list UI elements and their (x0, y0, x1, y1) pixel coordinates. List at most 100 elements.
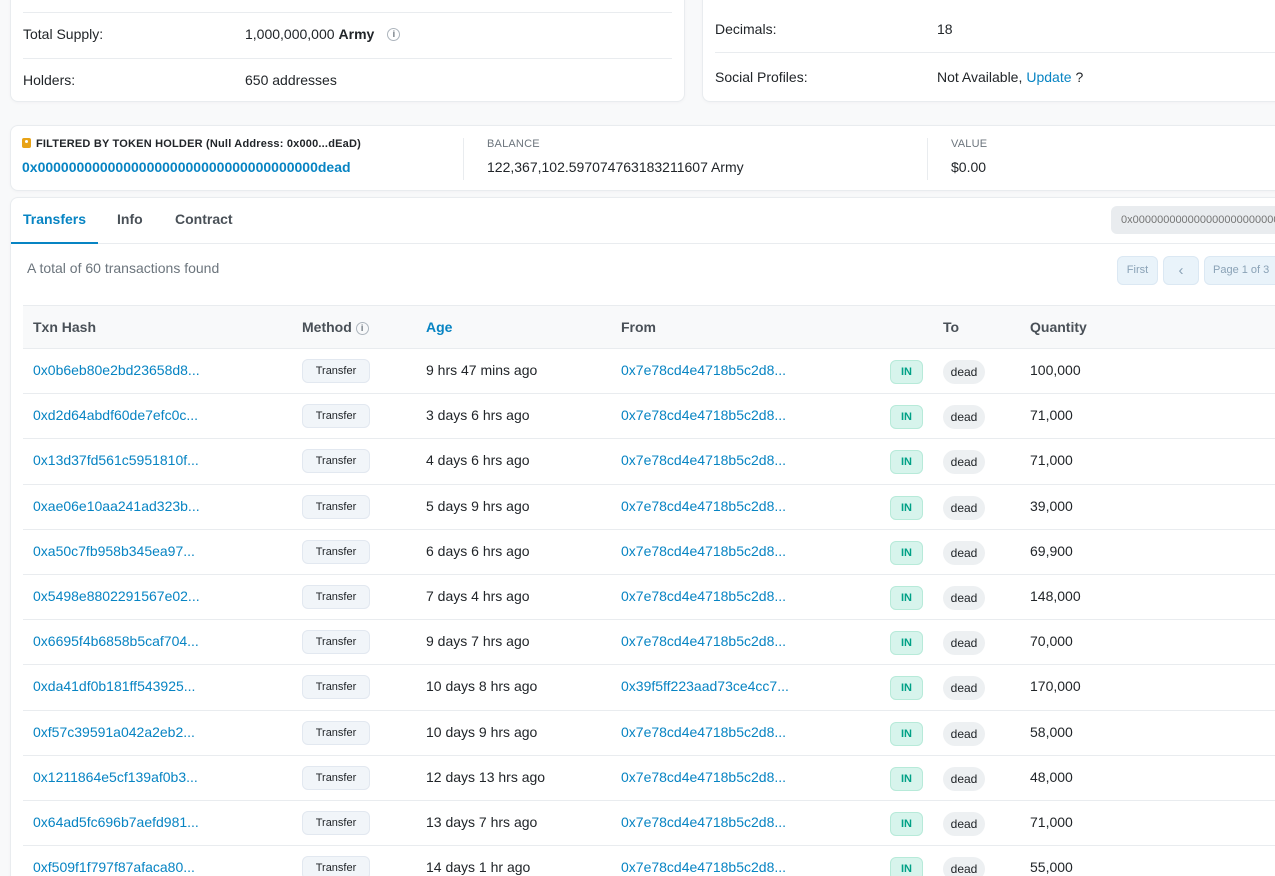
method-badge: Transfer (302, 675, 370, 700)
direction-badge: IN (890, 857, 923, 876)
tab-contract[interactable]: Contract (175, 198, 233, 244)
method-badge: Transfer (302, 359, 370, 383)
txn-hash-link[interactable]: 0x6695f4b6858b5caf704... (33, 633, 199, 649)
from-address-link[interactable]: 0x7e78cd4e4718b5c2d8... (621, 724, 786, 740)
filter-heading-text: FILTERED BY TOKEN HOLDER (Null Address: … (36, 138, 361, 150)
social-profiles-row: Social Profiles: Not Available, Update ? (715, 69, 1275, 85)
txn-hash-link[interactable]: 0x64ad5fc696b7aefd981... (33, 814, 199, 830)
to-address-badge[interactable]: dead (943, 540, 985, 565)
from-address-link[interactable]: 0x7e78cd4e4718b5c2d8... (621, 407, 786, 423)
to-address-badge[interactable]: dead (943, 450, 985, 475)
from-address-link[interactable]: 0x7e78cd4e4718b5c2d8... (621, 498, 786, 514)
quantity-value: 100,000 (1030, 362, 1081, 378)
table-row: 0xf57c39591a042a2eb2... Transfer 10 days 9… (23, 710, 1275, 756)
from-address-link[interactable]: 0x7e78cd4e4718b5c2d8... (621, 769, 786, 785)
tab-info[interactable]: Info (117, 198, 143, 244)
value-column: VALUE $0.00 (951, 138, 987, 175)
to-address-badge[interactable]: dead (943, 631, 985, 656)
from-address-link[interactable]: 0x7e78cd4e4718b5c2d8... (621, 588, 786, 604)
direction-badge: IN (890, 585, 923, 610)
quantity-value: 48,000 (1030, 768, 1073, 785)
holder-filter-card: FILTERED BY TOKEN HOLDER (Null Address: … (10, 125, 1275, 191)
age-value: 10 days 8 hrs ago (426, 678, 538, 695)
decimals-label: Decimals: (715, 21, 777, 37)
from-address-link[interactable]: 0x7e78cd4e4718b5c2d8... (621, 859, 786, 875)
age-value: 14 days 1 hr ago (426, 859, 531, 876)
total-supply-unit: Army (338, 26, 375, 42)
total-supply-value: 1,000,000,000 (245, 26, 335, 42)
decimals-row: Decimals: 18 (715, 21, 1275, 37)
holder-address[interactable]: 0x000000000000000000000000000000000000de… (22, 159, 351, 175)
table-row: 0x0b6eb80e2bd23658d8... Transfer 9 hrs 47 … (23, 349, 1275, 395)
txn-hash-link[interactable]: 0xa50c7fb958b345ea97... (33, 543, 195, 559)
txn-hash-link[interactable]: 0x5498e8802291567e02... (33, 588, 200, 604)
age-value: 4 days 6 hrs ago (426, 452, 530, 469)
method-badge: Transfer (302, 539, 370, 564)
social-profiles-label: Social Profiles: (715, 69, 808, 85)
to-address-badge[interactable]: dead (943, 405, 985, 430)
age-value: 9 days 7 hrs ago (426, 633, 530, 650)
txn-hash-link[interactable]: 0xd2d64abdf60de7efc0c... (33, 407, 198, 423)
method-badge: Transfer (302, 630, 370, 655)
to-address-badge[interactable]: dead (943, 676, 985, 701)
transfers-card: Transfers Info Contract A total of 60 tr… (10, 197, 1275, 876)
age-value: 10 days 9 hrs ago (426, 723, 538, 740)
user-icon (22, 138, 31, 148)
address-filter-input[interactable] (1111, 206, 1275, 234)
col-method: Method i (302, 319, 369, 335)
to-address-badge[interactable]: dead (943, 585, 985, 610)
update-link[interactable]: Update (1026, 69, 1071, 85)
age-value: 13 days 7 hrs ago (426, 813, 538, 830)
from-address-link[interactable]: 0x7e78cd4e4718b5c2d8... (621, 633, 786, 649)
question-mark: ? (1075, 69, 1084, 85)
txn-hash-link[interactable]: 0xae06e10aa241ad323b... (33, 498, 200, 514)
quantity-value: 71,000 (1030, 452, 1073, 469)
txn-hash-link[interactable]: 0x0b6eb80e2bd23658d8... (33, 362, 200, 378)
chevron-left-icon: ‹ (1178, 262, 1184, 279)
table-row: 0xda41df0b181ff543925... Transfer 10 days … (23, 665, 1275, 711)
info-icon[interactable]: i (387, 27, 401, 41)
direction-badge: IN (890, 721, 923, 746)
quantity-value: 170,000 (1030, 678, 1081, 695)
txn-hash-link[interactable]: 0xf509f1f797f87afaca80... (33, 859, 195, 875)
txn-hash-link[interactable]: 0x1211864e5cf139af0b3... (33, 769, 198, 785)
table-body: 0x0b6eb80e2bd23658d8... Transfer 9 hrs 47 … (23, 349, 1275, 876)
txn-hash-link[interactable]: 0xda41df0b181ff543925... (33, 678, 195, 694)
table-row: 0x5498e8802291567e02... Transfer 7 days 4 … (23, 574, 1275, 621)
to-address-badge[interactable]: dead (943, 360, 985, 384)
from-address-link[interactable]: 0x7e78cd4e4718b5c2d8... (621, 814, 786, 830)
quantity-value: 71,000 (1030, 813, 1073, 830)
tab-transfers[interactable]: Transfers (11, 198, 98, 244)
transfers-table: Txn Hash Method i Age From To Quantity 0… (23, 305, 1275, 876)
to-address-badge[interactable]: dead (943, 721, 985, 746)
method-badge: Transfer (302, 720, 370, 745)
direction-badge: IN (890, 631, 923, 656)
from-address-link[interactable]: 0x7e78cd4e4718b5c2d8... (621, 543, 786, 559)
age-value: 5 days 9 hrs ago (426, 497, 530, 514)
to-address-badge[interactable]: dead (943, 857, 985, 876)
from-address-link[interactable]: 0x7e78cd4e4718b5c2d8... (621, 362, 786, 378)
table-row: 0x1211864e5cf139af0b3... Transfer 12 days … (23, 755, 1275, 801)
from-address-link[interactable]: 0x39f5ff223aad73ce4cc7... (621, 678, 789, 694)
filter-address-link[interactable]: 0x000000000000000000000000000000000000de… (22, 159, 361, 175)
to-address-badge[interactable]: dead (943, 811, 985, 836)
table-row: 0xae06e10aa241ad323b... Transfer 5 days 9 … (23, 484, 1275, 530)
direction-badge: IN (890, 495, 923, 520)
txn-hash-link[interactable]: 0x13d37fd561c5951810f... (33, 452, 199, 468)
to-address-badge[interactable]: dead (943, 766, 985, 791)
to-address-badge[interactable]: dead (943, 495, 985, 520)
txn-hash-link[interactable]: 0xf57c39591a042a2eb2... (33, 724, 195, 740)
value-label: VALUE (951, 138, 988, 150)
total-supply-label: Total Supply: (23, 26, 104, 42)
decimals-value: 18 (937, 21, 953, 37)
prev-page-button[interactable]: ‹ (1163, 256, 1199, 285)
info-icon[interactable]: i (355, 321, 369, 335)
from-address-link[interactable]: 0x7e78cd4e4718b5c2d8... (621, 452, 786, 468)
col-age[interactable]: Age (426, 319, 452, 335)
first-page-button[interactable]: First (1117, 256, 1158, 285)
quantity-value: 148,000 (1030, 587, 1081, 604)
direction-badge: IN (890, 811, 923, 836)
age-value: 7 days 4 hrs ago (426, 587, 530, 604)
value-amount: $0.00 (951, 159, 987, 175)
quantity-value: 39,000 (1030, 497, 1073, 514)
